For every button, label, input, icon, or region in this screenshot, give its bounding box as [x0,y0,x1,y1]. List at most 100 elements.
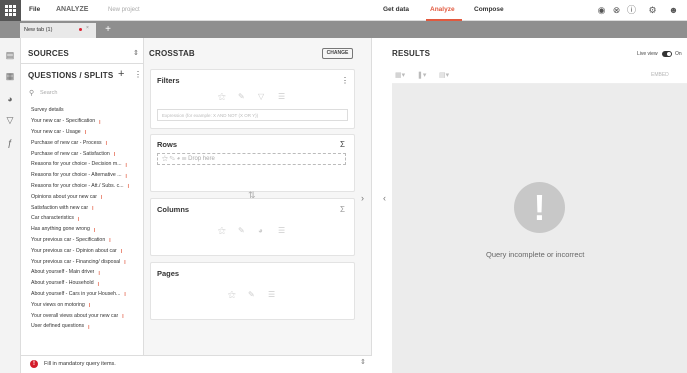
question-item[interactable]: About yourself - Main driver ❙ [31,267,143,278]
error-icon: ! [30,360,38,368]
question-item[interactable]: Your overall views about your new car ❙ [31,310,143,321]
split-marker-icon: ❙ [126,183,130,189]
group-icon[interactable]: ⚝ [228,290,236,300]
question-item[interactable]: Purchase of new car - Process ❙ [31,137,143,148]
clipboard-icon[interactable]: ▦ [4,70,16,82]
user-icon[interactable]: ☻ [668,5,679,16]
list-icon[interactable]: ☰ [268,290,275,299]
table-view-icon[interactable]: ▦▾ [395,71,405,79]
question-item[interactable]: User defined questions ❙ [31,321,143,332]
database-icon[interactable]: ▤ [4,49,16,61]
split-marker-icon: ❙ [98,118,102,124]
filter-icon[interactable]: ▽ [4,114,16,126]
split-marker-icon: ❙ [108,237,112,243]
chevron-right-icon[interactable]: › [361,193,364,203]
nav-get-data[interactable]: Get data [383,6,409,13]
add-icon[interactable]: + [118,68,124,80]
question-item[interactable]: Your new car - Specification ❙ [31,116,143,127]
question-item[interactable]: Car characteristics ❙ [31,213,143,224]
results-title: RESULTS [392,49,431,58]
sigma-icon[interactable]: Σ [340,140,345,149]
question-item[interactable]: About yourself - Cars in your Househ... ❙ [31,289,143,300]
info-icon[interactable]: ⓘ [626,5,637,16]
split-marker-icon: ❙ [83,129,88,135]
app-window: File ANALYZE New project Get data Analyz… [0,0,687,373]
tab-new-tab-1[interactable]: New tab (1) [20,23,96,38]
columns-heading: Columns [157,205,190,214]
group-icon[interactable]: ⚝ [218,92,226,102]
edit-icon[interactable]: ✎ [238,92,245,101]
question-item[interactable]: About yourself - Household ❙ [31,278,143,289]
list-icon[interactable]: ☰ [278,226,285,235]
question-item[interactable]: Reasons for your choice - Alternative ..… [31,170,143,181]
split-marker-icon: ❙ [87,302,92,308]
chevron-left-icon[interactable]: ‹ [383,193,386,203]
sigma-icon[interactable]: Σ [340,205,345,214]
rows-drop-zone[interactable]: ⚝ ✎ ◕ ☰ Drop here [157,153,346,165]
question-item[interactable]: Purchase of new car - Satisfaction ❙ [31,148,143,159]
question-item[interactable]: Your previous car - Specification ❙ [31,235,143,246]
question-list: Survey details Your new car - Specificati… [31,105,143,332]
question-label: About yourself - Household [31,280,94,287]
formula-icon[interactable]: ƒ [4,137,16,149]
question-label: Car characteristics [31,215,74,222]
gauge-icon[interactable]: ◕ [4,93,16,105]
question-item[interactable]: Your previous car - Opinion about car ❙ [31,245,143,256]
question-item[interactable]: Survey details [31,105,143,116]
drop-here-label: Drop here [188,156,215,162]
question-item[interactable]: Reasons for your choice - Decision m... ❙ [31,159,143,170]
question-label: Purchase of new car - Satisfaction [31,150,110,157]
search-input[interactable] [40,88,140,98]
file-menu[interactable]: File [29,6,40,13]
split-marker-icon: ❙ [91,205,95,211]
live-view-toggle[interactable] [662,51,672,57]
split-marker-icon: ❙ [96,280,100,286]
filter-expression-input[interactable] [157,109,348,121]
question-label: Your new car - Specification [31,118,96,125]
question-label: Reasons for your choice - Decision m... [31,161,122,168]
expand-icon[interactable]: ⇕ [360,358,366,366]
warning-icon: ! [514,182,565,233]
question-item[interactable]: Your new car - Usage ❙ [31,127,143,138]
split-marker-icon: ❙ [119,248,124,254]
more-vertical-icon[interactable]: ⋮ [134,70,142,79]
close-circle-icon[interactable]: ⊗ [611,5,622,16]
project-name[interactable]: New project [108,7,140,13]
unsaved-dot-icon [79,28,82,31]
question-label: Your previous car - Financing/ disposal [31,258,121,265]
notification-icon[interactable]: ◉ [596,5,607,16]
question-item[interactable]: Your previous car - Financing/ disposal ❙ [31,256,143,267]
question-item[interactable]: Has anything gone wrong ❙ [31,224,143,235]
question-item[interactable]: Reasons for your choice - Att./ Subs. c.… [31,181,143,192]
add-tab-button[interactable]: + [101,23,115,37]
edit-icon[interactable]: ✎ [248,290,255,299]
question-label: User defined questions [31,323,85,330]
sort-icon[interactable]: ⇕ [133,49,139,57]
nav-compose[interactable]: Compose [474,6,504,13]
columns-icon[interactable]: ❚▾ [417,71,426,79]
filter-icon[interactable]: ▽ [258,92,264,101]
question-label: Purchase of new car - Process [31,139,102,146]
live-view-label: Live view [637,51,658,57]
embed-button[interactable]: EMBED [651,72,669,78]
group-icon[interactable]: ⚝ [218,226,226,236]
question-label: About yourself - Main driver [31,269,95,276]
layout-icon[interactable]: ▤▾ [439,71,449,79]
question-item[interactable]: Opinions about your new car ❙ [31,191,143,202]
list-icon[interactable]: ☰ [278,92,285,101]
split-marker-icon: ❙ [87,323,91,329]
search-icon: ⚲ [29,90,35,97]
question-item[interactable]: Your views on motoring ❙ [31,299,143,310]
nav-analyze[interactable]: Analyze [430,6,455,13]
app-launcher-icon[interactable] [0,0,21,21]
live-view-state: On [675,51,682,57]
more-vertical-icon[interactable]: ⋮ [341,76,349,85]
gauge-icon[interactable]: ◕ [258,226,263,235]
question-item[interactable]: Satisfaction with new car ❙ [31,202,143,213]
pages-heading: Pages [157,269,180,278]
rows-heading: Rows [157,140,178,149]
change-button[interactable]: CHANGE [322,48,353,59]
edit-icon[interactable]: ✎ [238,226,245,235]
tab-close-icon[interactable]: × [86,25,89,31]
gear-icon[interactable]: ⚙ [647,5,658,16]
